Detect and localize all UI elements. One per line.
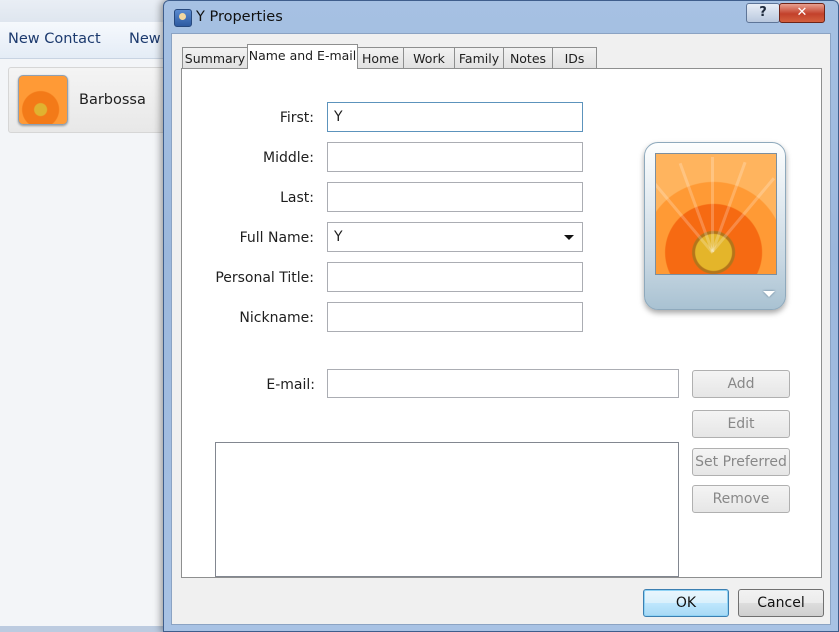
email-label: E-mail: [266,377,315,393]
email-list[interactable] [215,442,679,577]
edit-email-button[interactable]: Edit [692,410,790,438]
contact-tile[interactable]: Barbossa [8,67,170,133]
new-contact-button[interactable]: New Contact [8,31,101,47]
middle-name-field[interactable] [327,142,583,172]
properties-dialog: Y Properties ? ✕ Summary Name and E-mail… [163,0,839,632]
full-name-dropdown[interactable]: Y [327,222,583,252]
background-toolbar: New Contact New [0,22,170,59]
tab-notes[interactable]: Notes [503,47,553,68]
contact-avatar [18,75,68,125]
tab-family[interactable]: Family [454,47,504,68]
dialog-titlebar[interactable]: Y Properties ? ✕ [164,1,838,33]
remove-email-button[interactable]: Remove [692,485,790,513]
cancel-button[interactable]: Cancel [738,589,824,617]
full-name-label: Full Name: [239,230,314,246]
background-status-strip [0,626,170,632]
dropdown-arrow-icon[interactable] [564,235,574,240]
dialog-title: Y Properties [196,9,283,25]
new-group-button[interactable]: New [129,31,161,47]
tab-name-and-email[interactable]: Name and E-mail [247,44,358,69]
nickname-field[interactable] [327,302,583,332]
email-input[interactable] [327,369,679,398]
contact-name: Barbossa [79,92,146,108]
tab-summary[interactable]: Summary [182,47,248,68]
contact-card-icon [174,9,192,27]
help-button[interactable]: ? [746,3,780,23]
flower-picture [655,153,777,275]
last-label: Last: [280,190,314,206]
personal-title-field[interactable] [327,262,583,292]
ok-button[interactable]: OK [643,589,729,617]
add-email-button[interactable]: Add [692,370,790,398]
tab-ids[interactable]: IDs [552,47,597,68]
tab-home[interactable]: Home [357,47,404,68]
last-name-field[interactable] [327,182,583,212]
tab-work[interactable]: Work [403,47,455,68]
first-name-field[interactable]: Y [327,102,583,132]
first-label: First: [279,110,314,126]
set-preferred-button[interactable]: Set Preferred [692,448,790,476]
dialog-client: Summary Name and E-mail Home Work Family… [171,33,831,625]
picture-menu-arrow-icon[interactable] [763,291,775,297]
contact-picture[interactable] [644,142,786,310]
background-titlebar [0,0,170,22]
nickname-label: Nickname: [239,310,314,326]
middle-label: Middle: [263,150,314,166]
name-email-panel: First: Y Middle: Last: Full Name: Y Pers… [181,68,822,578]
close-button[interactable]: ✕ [779,3,825,23]
personal-title-label: Personal Title: [215,270,314,286]
full-name-value: Y [334,229,343,245]
